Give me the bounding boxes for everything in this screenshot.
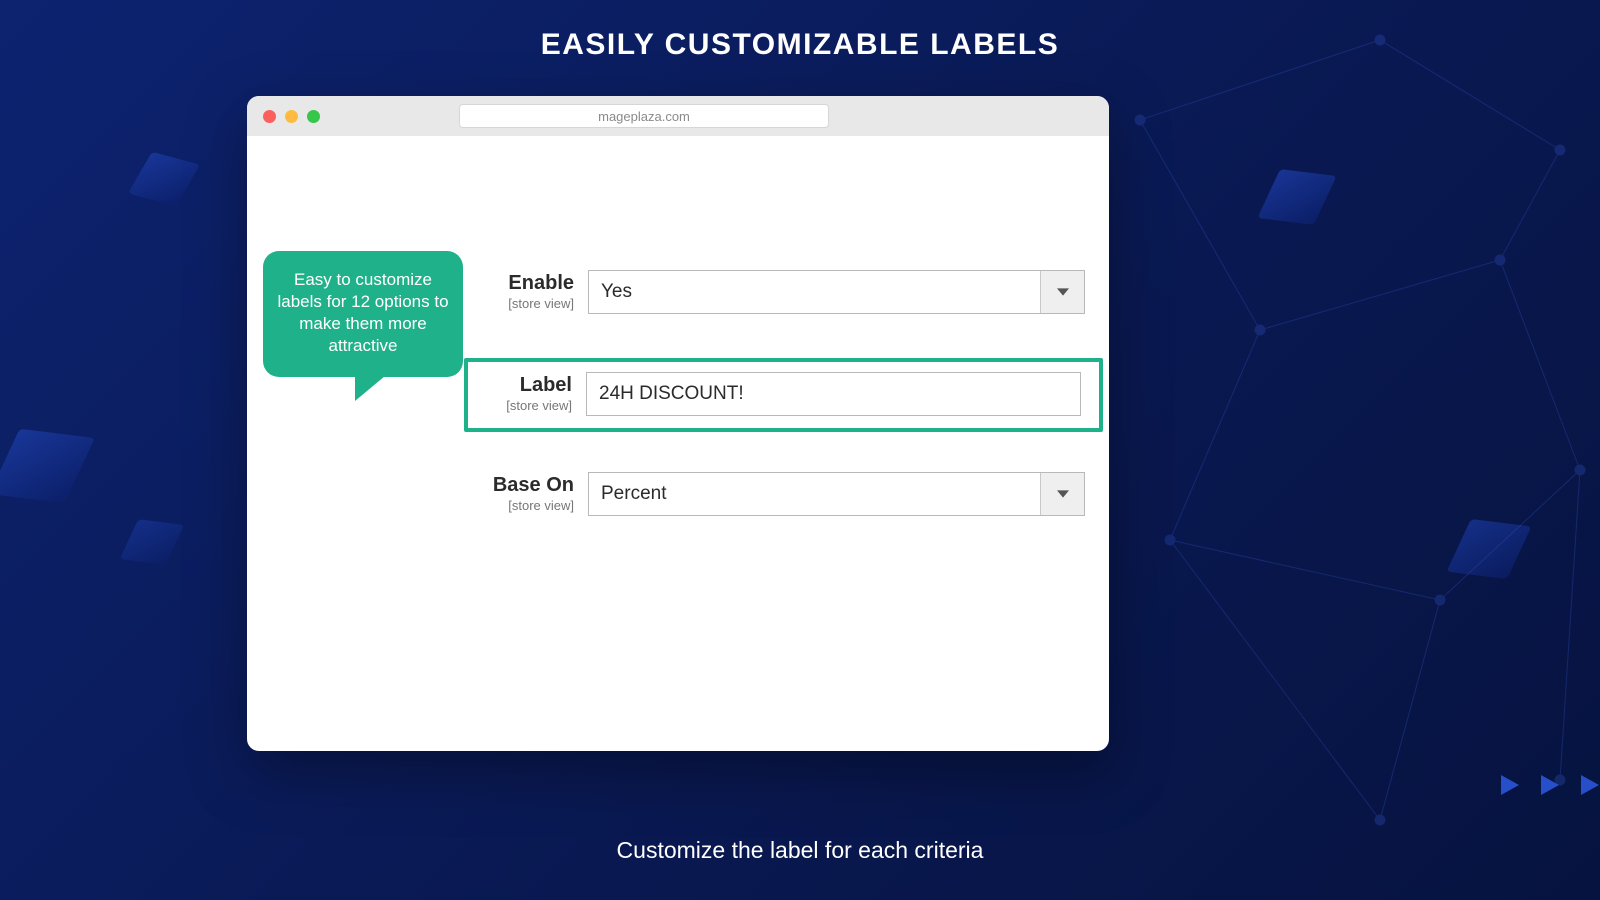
minimize-icon[interactable] — [285, 110, 298, 123]
baseon-select-value: Percent — [589, 483, 1040, 505]
close-icon[interactable] — [263, 110, 276, 123]
callout-bubble: Easy to customize labels for 12 options … — [263, 251, 463, 377]
enable-scope: [store view] — [478, 296, 574, 311]
browser-window: mageplaza.com Easy to customize labels f… — [247, 96, 1109, 751]
row-base-on: Base On [store view] Percent — [472, 464, 1103, 524]
label-input[interactable]: 24H DISCOUNT! — [586, 372, 1081, 416]
address-bar[interactable]: mageplaza.com — [459, 104, 829, 128]
callout-text: Easy to customize labels for 12 options … — [277, 270, 448, 355]
baseon-select[interactable]: Percent — [588, 472, 1085, 516]
chevron-down-icon — [1040, 271, 1084, 313]
browser-chrome-bar: mageplaza.com — [247, 96, 1109, 136]
chevron-down-icon — [1040, 473, 1084, 515]
network-lines-icon — [1080, 0, 1600, 900]
enable-label: Enable — [478, 272, 574, 295]
page-subtitle: Customize the label for each criteria — [0, 837, 1600, 864]
page-title: EASILY CUSTOMIZABLE LABELS — [0, 0, 1600, 62]
label-input-value: 24H DISCOUNT! — [599, 383, 744, 405]
baseon-label: Base On — [478, 474, 574, 497]
row-enable: Enable [store view] Yes — [472, 262, 1103, 322]
settings-form: Enable [store view] Yes Label [store vie… — [472, 262, 1103, 560]
label-label: Label — [476, 374, 572, 397]
enable-select-value: Yes — [589, 281, 1040, 303]
enable-select[interactable]: Yes — [588, 270, 1085, 314]
row-label: Label [store view] 24H DISCOUNT! — [464, 358, 1103, 432]
label-scope: [store view] — [476, 398, 572, 413]
baseon-scope: [store view] — [478, 498, 574, 513]
maximize-icon[interactable] — [307, 110, 320, 123]
